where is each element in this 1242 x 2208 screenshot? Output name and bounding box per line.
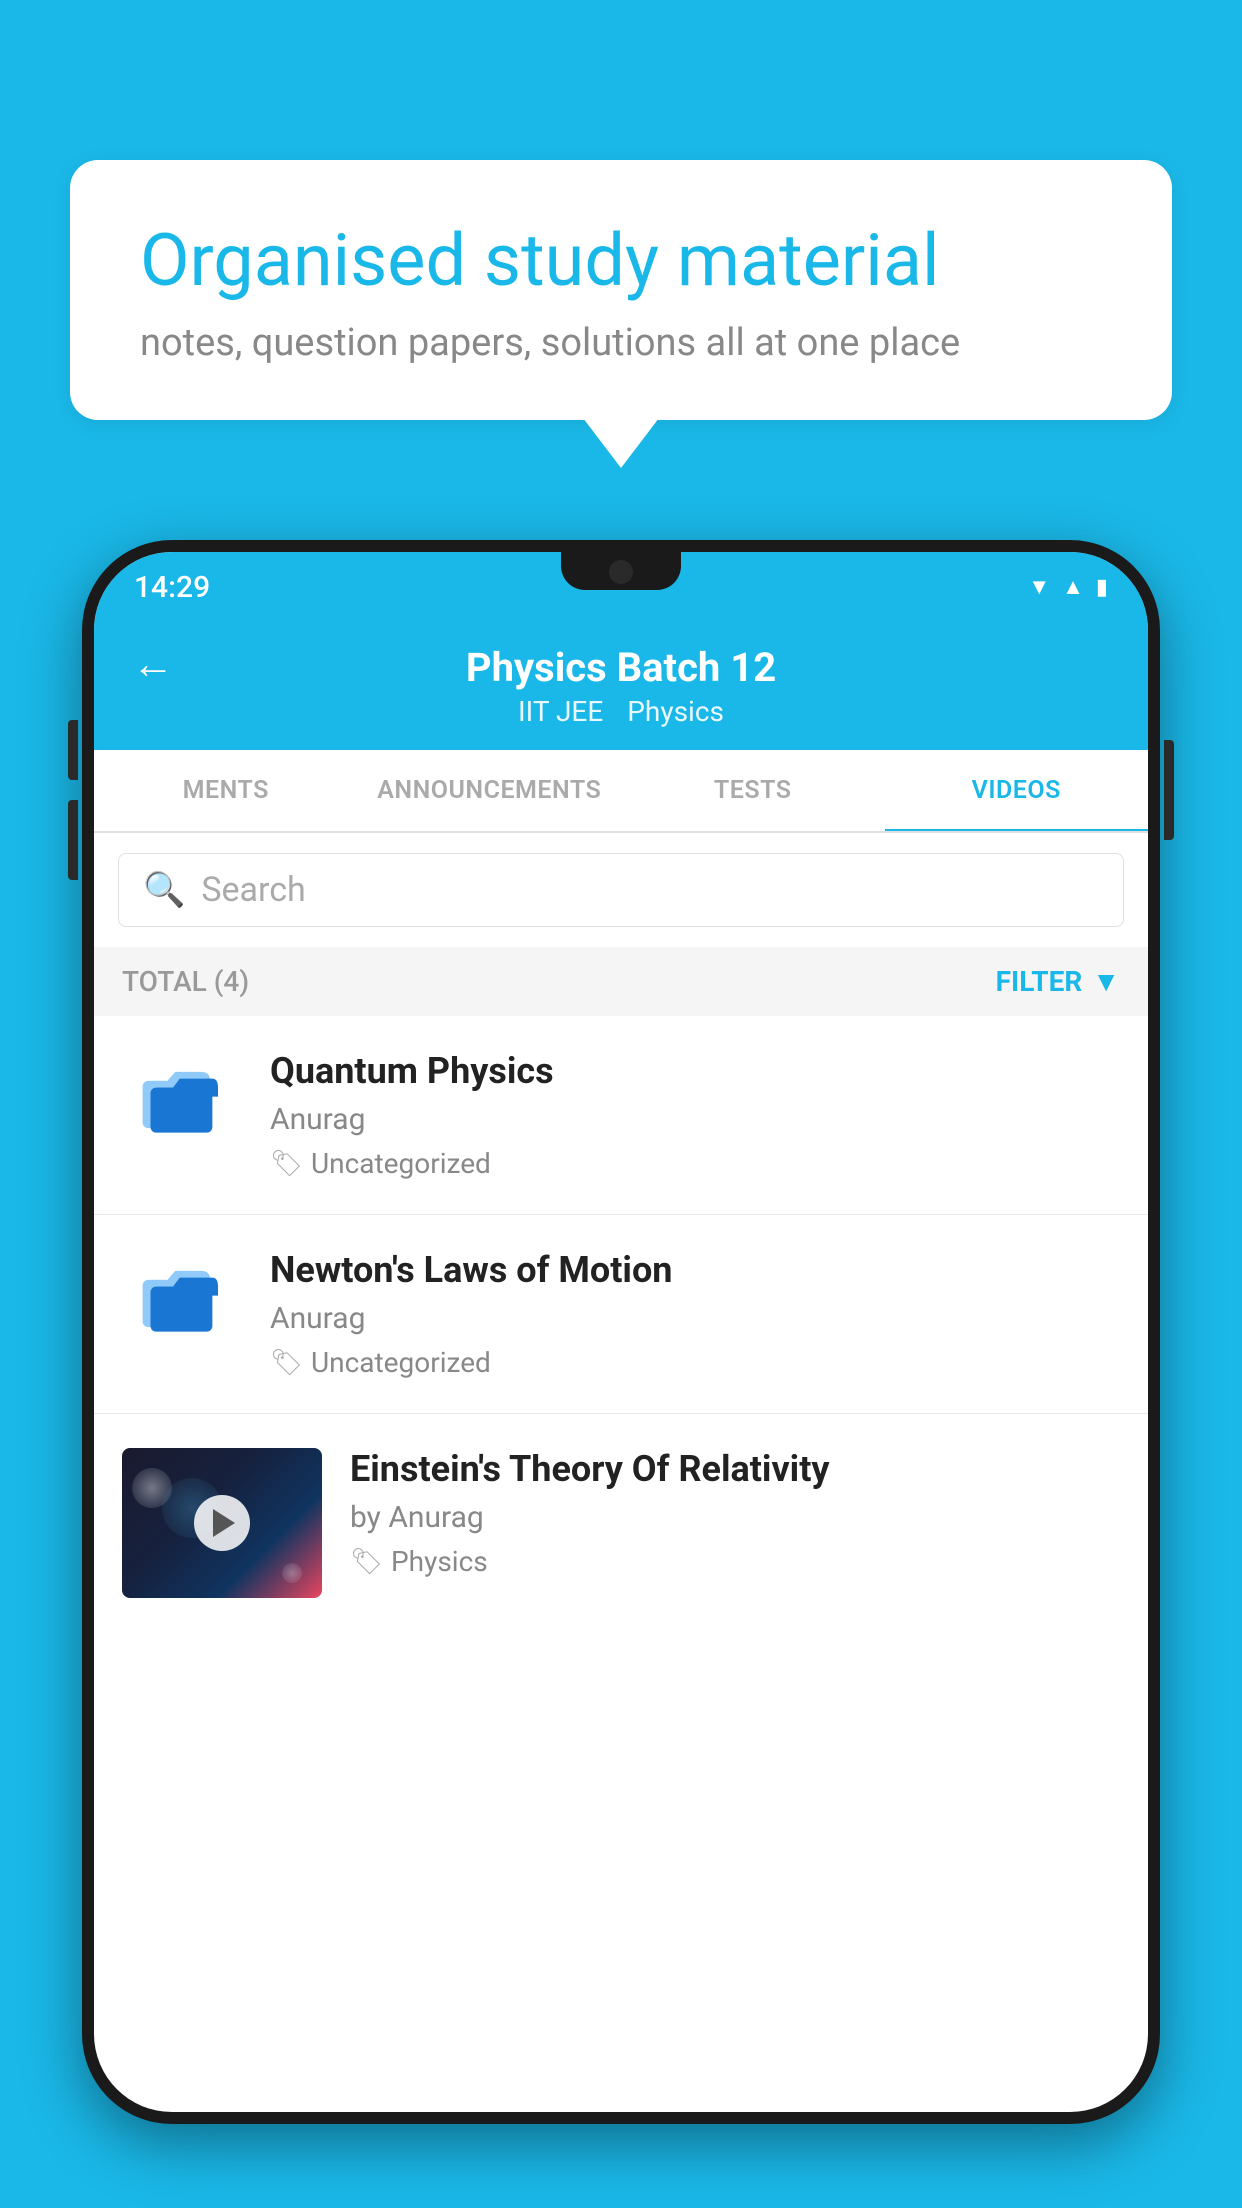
folder-icon-newton [122, 1249, 242, 1349]
filter-label: FILTER [996, 965, 1083, 998]
back-arrow-icon: ← [132, 640, 174, 689]
video-info-quantum: Quantum Physics Anurag 🏷 Uncategorized [270, 1050, 1120, 1180]
app-bar-title: Physics Batch 12 [466, 644, 776, 691]
status-time: 14:29 [134, 570, 210, 605]
vol-up-button [68, 720, 78, 780]
filter-button[interactable]: FILTER ▼ [996, 965, 1120, 998]
play-button[interactable] [194, 1495, 250, 1551]
back-button[interactable]: ← [132, 640, 174, 689]
tag-icon: 🏷 [270, 1149, 303, 1179]
video-title: Quantum Physics [270, 1050, 1120, 1092]
app-bar: ← Physics Batch 12 IIT JEE Physics [94, 622, 1148, 750]
signal-icon: ▲ [1062, 574, 1084, 600]
status-icons: ▼ ▲ ▮ [1028, 574, 1108, 600]
total-count: TOTAL (4) [122, 965, 249, 998]
phone-screen: 14:29 ▼ ▲ ▮ ← Physics Batch 12 IIT JEE P… [94, 552, 1148, 2112]
tag-icon: 🏷 [270, 1348, 303, 1378]
tag-label: Uncategorized [311, 1346, 491, 1379]
tab-announcements[interactable]: ANNOUNCEMENTS [358, 750, 622, 831]
speech-bubble-title: Organised study material [140, 220, 1102, 303]
battery-icon: ▮ [1096, 575, 1108, 600]
app-bar-subtitle: IIT JEE Physics [518, 695, 724, 728]
tag-label: Physics [391, 1545, 488, 1578]
search-icon: 🔍 [143, 870, 185, 910]
search-bar[interactable]: 🔍 Search [118, 853, 1124, 927]
vol-down-button [68, 800, 78, 880]
video-list: Quantum Physics Anurag 🏷 Uncategorized [94, 1016, 1148, 1632]
tab-videos[interactable]: VIDEOS [885, 750, 1149, 831]
speech-bubble: Organised study material notes, question… [70, 160, 1172, 420]
power-button [1164, 740, 1174, 840]
video-info-newton: Newton's Laws of Motion Anurag 🏷 Uncateg… [270, 1249, 1120, 1379]
tab-ments[interactable]: MENTS [94, 750, 358, 831]
play-triangle-icon [213, 1509, 235, 1537]
video-tag: 🏷 Physics [350, 1545, 1120, 1578]
tab-tests[interactable]: TESTS [621, 750, 885, 831]
video-tag: 🏷 Uncategorized [270, 1147, 1120, 1180]
filter-icon: ▼ [1092, 965, 1120, 998]
tag-icon: 🏷 [350, 1547, 383, 1577]
subtitle-physics: Physics [627, 695, 724, 728]
video-thumbnail-einstein [122, 1448, 322, 1598]
phone-wrapper: 14:29 ▼ ▲ ▮ ← Physics Batch 12 IIT JEE P… [82, 540, 1160, 2208]
speech-bubble-subtitle: notes, question papers, solutions all at… [140, 321, 1102, 365]
search-bar-wrapper: 🔍 Search [94, 833, 1148, 947]
list-item[interactable]: Newton's Laws of Motion Anurag 🏷 Uncateg… [94, 1215, 1148, 1414]
filter-row: TOTAL (4) FILTER ▼ [94, 947, 1148, 1016]
list-item[interactable]: Einstein's Theory Of Relativity by Anura… [94, 1414, 1148, 1632]
tab-bar: MENTS ANNOUNCEMENTS TESTS VIDEOS [94, 750, 1148, 833]
speech-bubble-section: Organised study material notes, question… [70, 160, 1172, 420]
video-author: Anurag [270, 1301, 1120, 1336]
video-title: Newton's Laws of Motion [270, 1249, 1120, 1291]
video-author: Anurag [270, 1102, 1120, 1137]
wifi-icon: ▼ [1028, 574, 1050, 600]
video-info-einstein: Einstein's Theory Of Relativity by Anura… [350, 1448, 1120, 1578]
search-input[interactable]: Search [201, 870, 305, 910]
front-camera [609, 560, 633, 584]
tag-label: Uncategorized [311, 1147, 491, 1180]
folder-icon-quantum [122, 1050, 242, 1150]
video-title: Einstein's Theory Of Relativity [350, 1448, 1120, 1490]
video-tag: 🏷 Uncategorized [270, 1346, 1120, 1379]
subtitle-iitjee: IIT JEE [518, 695, 603, 728]
phone-outer: 14:29 ▼ ▲ ▮ ← Physics Batch 12 IIT JEE P… [82, 540, 1160, 2124]
video-author: by Anurag [350, 1500, 1120, 1535]
list-item[interactable]: Quantum Physics Anurag 🏷 Uncategorized [94, 1016, 1148, 1215]
